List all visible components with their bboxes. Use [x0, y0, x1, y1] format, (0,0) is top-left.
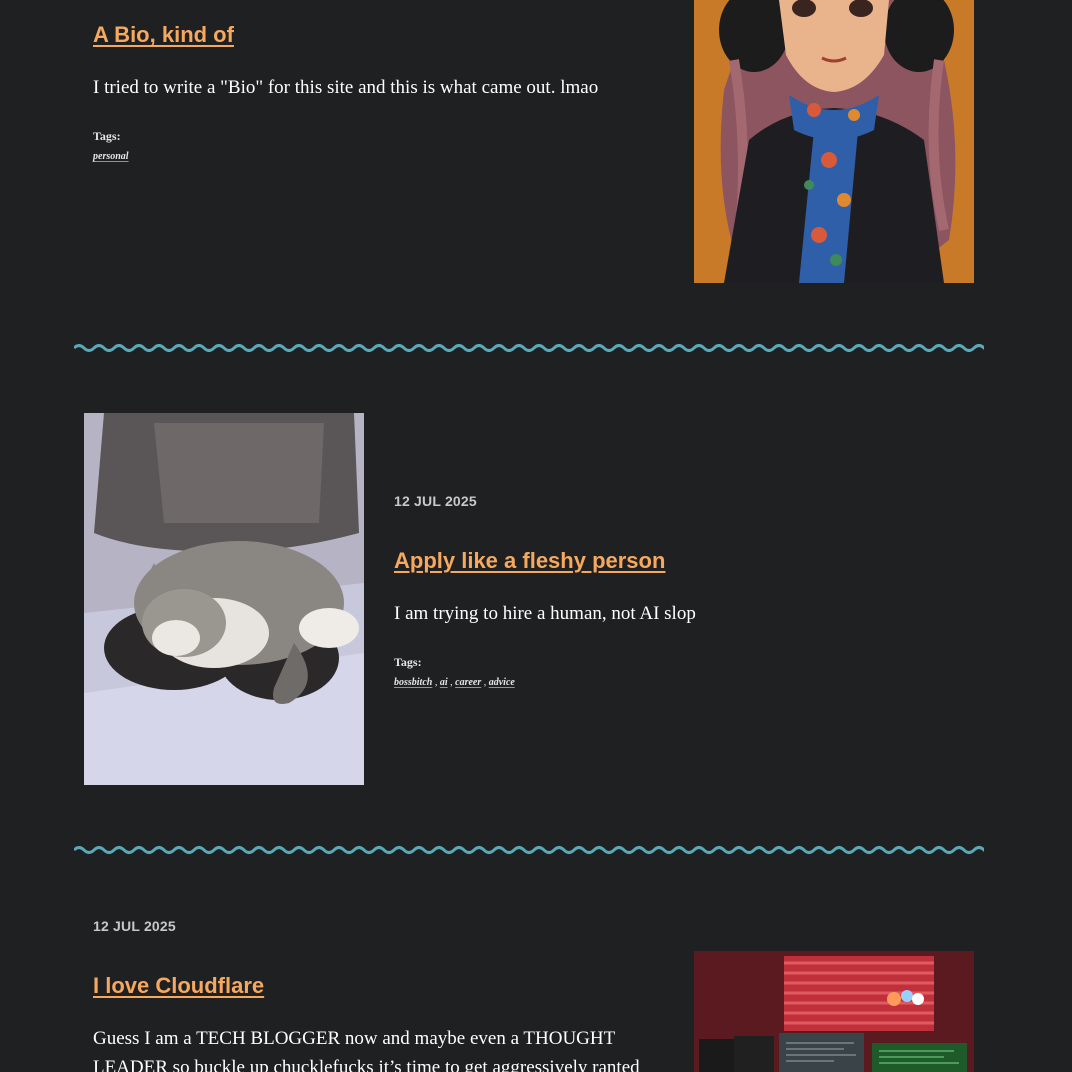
- tag-link-personal[interactable]: personal: [93, 151, 129, 162]
- post-excerpt: I am trying to hire a human, not AI slop: [394, 603, 696, 624]
- post-title-link[interactable]: I love Cloudflare: [93, 972, 264, 1000]
- post-excerpt: Guess I am a TECH BLOGGER now and maybe …: [93, 1028, 640, 1072]
- tag-link-advice[interactable]: advice: [489, 677, 515, 688]
- tag-separator: ,: [483, 677, 487, 688]
- post-date: 12 JUL 2025: [394, 493, 477, 509]
- post-title-link[interactable]: A Bio, kind of: [93, 21, 234, 49]
- tag-separator: ,: [450, 677, 453, 688]
- tags-list: personal: [93, 150, 129, 164]
- wavy-divider: [74, 846, 984, 854]
- tags-label: Tags:: [394, 655, 422, 669]
- post-title-link[interactable]: Apply like a fleshy person: [394, 547, 665, 575]
- tag-separator: ,: [434, 677, 438, 688]
- post-thumbnail-desk-setup[interactable]: [694, 951, 974, 1072]
- tag-link-career[interactable]: career: [455, 677, 481, 688]
- post-thumbnail-sleeping-cat[interactable]: [84, 413, 364, 785]
- tag-link-ai[interactable]: ai: [440, 677, 448, 688]
- wavy-divider: [74, 344, 984, 352]
- tags-list: bossbitch , ai , career , advice: [394, 676, 515, 690]
- post-excerpt: I tried to write a "Bio" for this site a…: [93, 77, 599, 98]
- tag-link-bossbitch[interactable]: bossbitch: [394, 677, 432, 688]
- post-thumbnail-anime-portrait[interactable]: [694, 0, 974, 283]
- tags-label: Tags:: [93, 129, 121, 143]
- post-date: 12 JUL 2025: [93, 918, 176, 934]
